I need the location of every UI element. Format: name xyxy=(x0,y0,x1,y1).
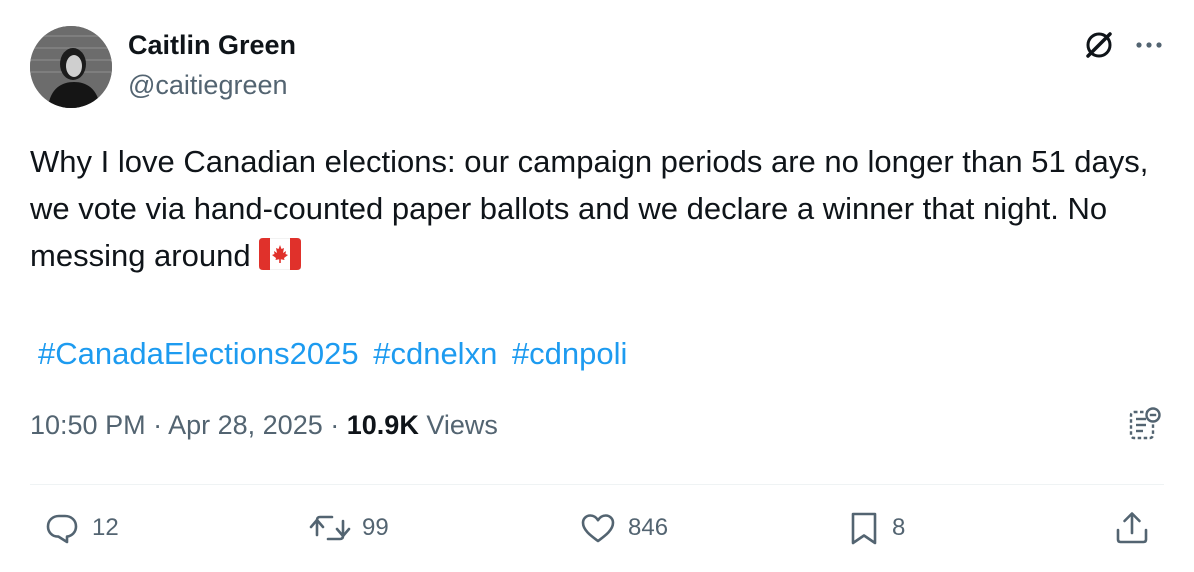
tweet-date[interactable]: Apr 28, 2025 xyxy=(168,410,323,440)
like-count: 846 xyxy=(628,514,669,541)
canada-flag-emoji xyxy=(258,236,302,283)
views-label: Views xyxy=(426,410,498,440)
tweet-text: Why I love Canadian elections: our campa… xyxy=(30,138,1170,283)
repost-button[interactable]: 99 xyxy=(308,508,389,548)
analytics-icon[interactable] xyxy=(1128,406,1162,442)
tweet-actions-bar: 12 99 846 8 xyxy=(0,508,1194,554)
hashtag-link[interactable]: #CanadaElections2025 xyxy=(38,336,359,371)
meta-separator: · xyxy=(330,410,340,440)
hashtag-link[interactable]: #cdnpoli xyxy=(512,336,627,371)
author-display-name[interactable]: Caitlin Green xyxy=(128,30,296,61)
share-icon xyxy=(1112,508,1152,548)
tweet-metadata: 10:50 PM · Apr 28, 2025 · 10.9K Views xyxy=(30,410,498,441)
more-options-icon[interactable] xyxy=(1134,40,1164,50)
grok-icon[interactable] xyxy=(1082,28,1116,62)
avatar[interactable] xyxy=(30,26,112,108)
reply-count: 12 xyxy=(92,514,119,541)
repost-count: 99 xyxy=(362,514,389,541)
reply-button[interactable]: 12 xyxy=(42,508,119,548)
bookmark-icon xyxy=(846,508,882,548)
tweet-card: Caitlin Green @caitiegreen Why I love Ca… xyxy=(0,0,1194,572)
meta-separator: · xyxy=(153,410,163,440)
divider xyxy=(30,484,1164,485)
tweet-body: Why I love Canadian elections: our campa… xyxy=(30,144,1149,273)
share-button[interactable] xyxy=(1112,508,1152,548)
bookmark-count: 8 xyxy=(892,514,906,541)
tweet-time[interactable]: 10:50 PM xyxy=(30,410,146,440)
tweet-header-actions xyxy=(1082,28,1164,62)
repost-icon xyxy=(308,508,352,548)
hashtag-list: #CanadaElections2025 #cdnelxn #cdnpoli xyxy=(38,330,633,377)
like-button[interactable]: 846 xyxy=(578,508,668,548)
reply-icon xyxy=(42,508,82,548)
views-count: 10.9K xyxy=(346,410,419,440)
avatar-photo xyxy=(30,26,112,108)
bookmark-button[interactable]: 8 xyxy=(846,508,905,548)
heart-icon xyxy=(578,508,618,548)
hashtag-link[interactable]: #cdnelxn xyxy=(373,336,497,371)
author-handle[interactable]: @caitiegreen xyxy=(128,70,288,101)
